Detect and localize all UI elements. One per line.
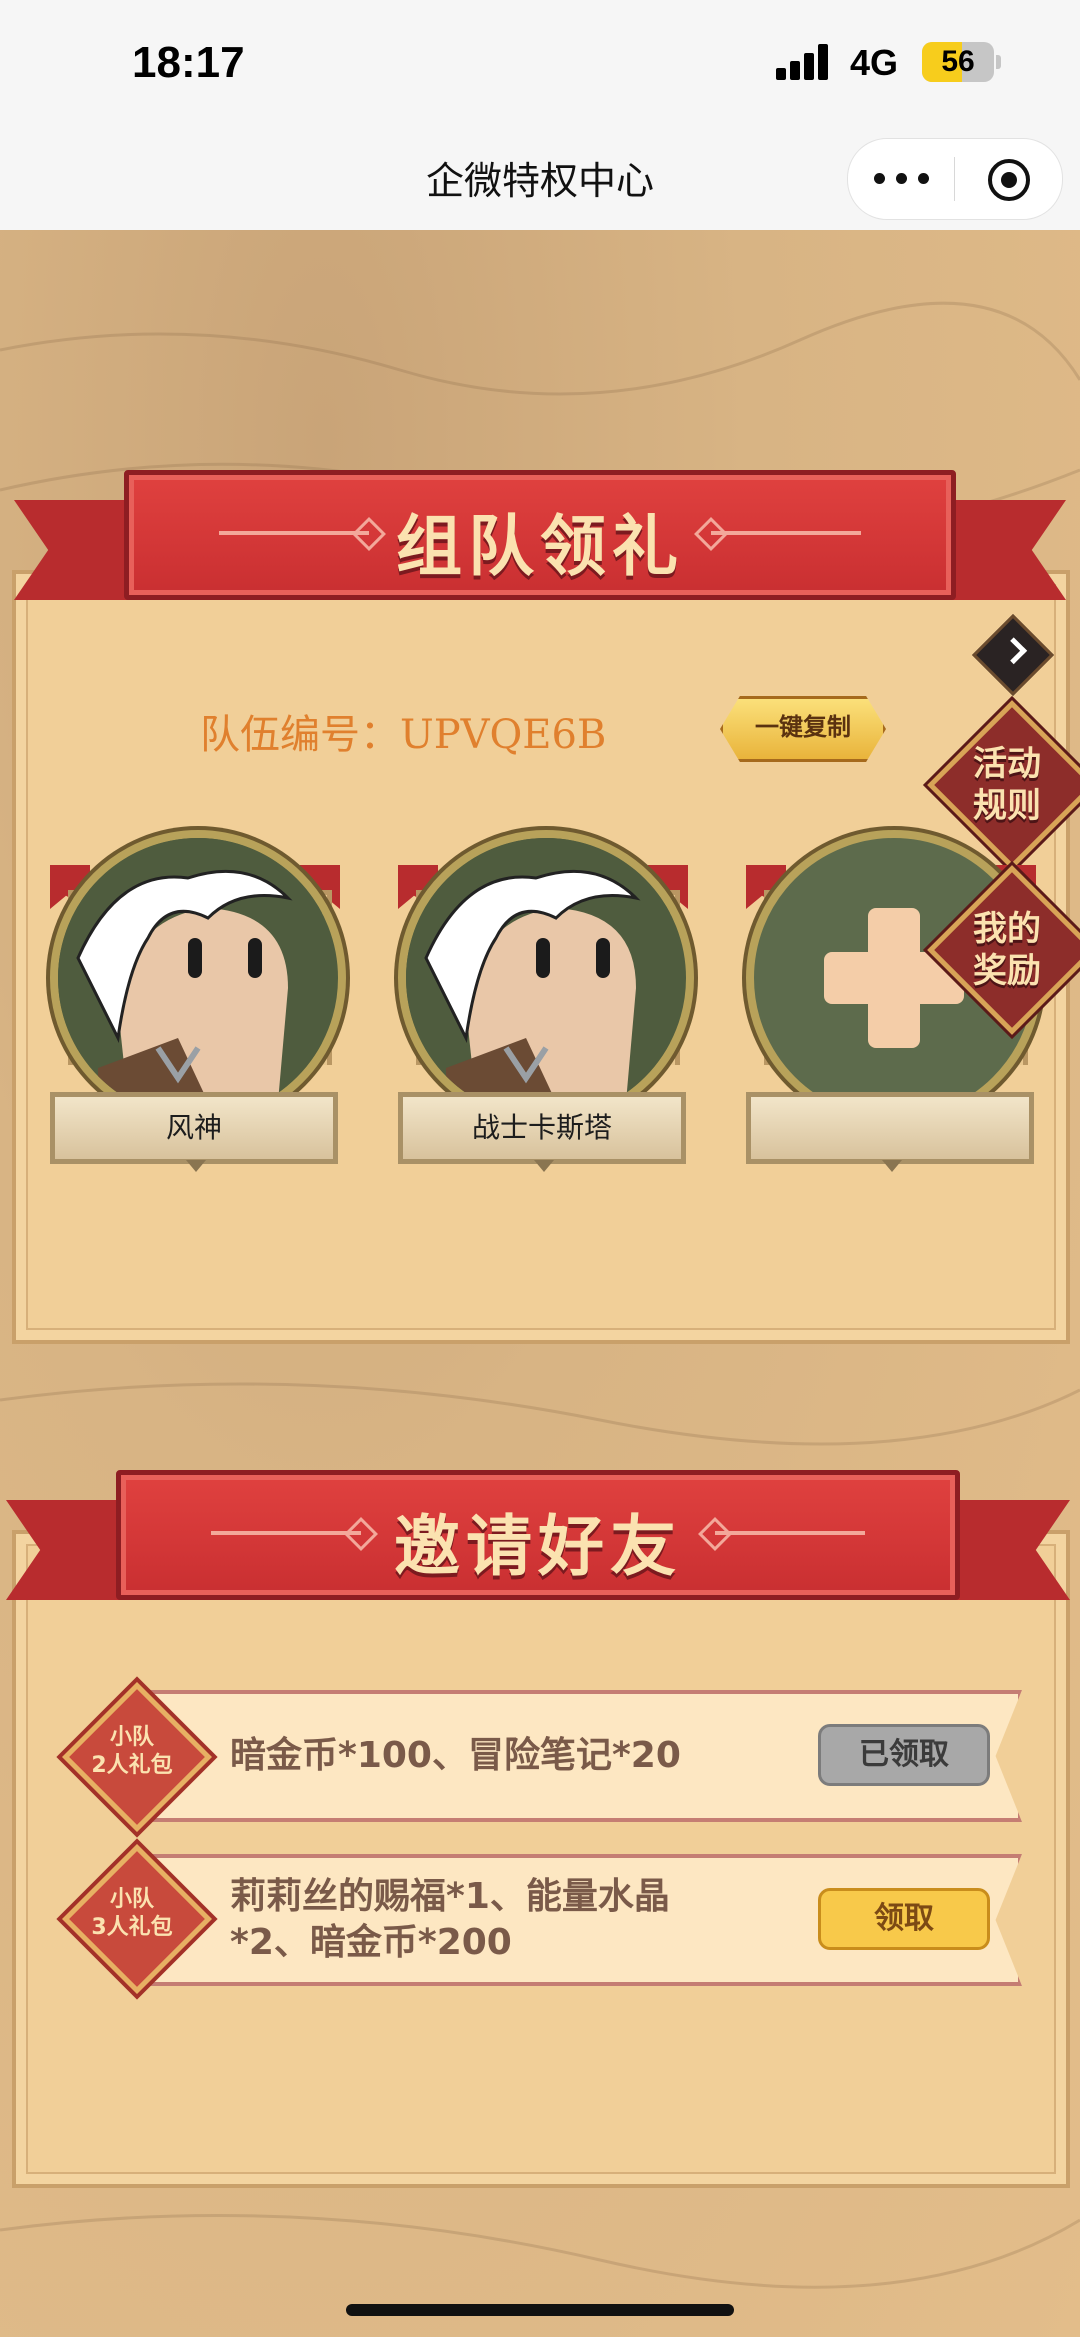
team-banner: 组队领礼	[14, 470, 1066, 610]
claimed-button[interactable]: 已领取	[818, 1724, 990, 1786]
warrior-avatar	[398, 830, 694, 1126]
team-banner-title: 组队领礼	[396, 508, 684, 585]
my-rewards-button[interactable]: 我的 奖励	[927, 865, 1080, 1035]
badge-label: 小队 3人礼包	[91, 1887, 173, 1940]
status-bar: 18:17 4G 56	[0, 0, 1080, 130]
status-time: 18:17	[132, 38, 245, 87]
target-close-icon[interactable]	[988, 159, 1030, 201]
team-2p-gift-badge: 小队 2人礼包	[62, 1682, 212, 1832]
battery-level: 56	[941, 45, 975, 78]
ribbon-body: 邀请好友	[116, 1470, 960, 1600]
copy-team-number-button[interactable]: 一键复制	[720, 696, 886, 762]
capsule-divider	[954, 157, 955, 201]
network-type: 4G	[850, 42, 899, 83]
member-name: 战士卡斯塔	[398, 1092, 686, 1164]
member-name-empty	[746, 1092, 1034, 1164]
nameplate-pin	[186, 1160, 206, 1172]
my-rewards-label: 我的 奖励	[973, 909, 1041, 991]
ribbon-body: 组队领礼	[124, 470, 956, 600]
reward-description: 暗金币*100、冒险笔记*20	[230, 1735, 681, 1776]
invite-banner-title: 邀请好友	[394, 1508, 682, 1585]
team-number: 队伍编号：UPVQE6B	[200, 712, 607, 758]
team-member-1[interactable]: 风神	[50, 830, 346, 1172]
home-indicator[interactable]	[346, 2304, 734, 2316]
battery-tip	[996, 55, 1001, 69]
capsule-menu	[847, 138, 1063, 220]
member-name: 风神	[50, 1092, 338, 1164]
nameplate-pin	[882, 1160, 902, 1172]
signal-icon	[776, 44, 836, 80]
team-member-2[interactable]: 战士卡斯塔	[398, 830, 694, 1172]
more-dots-icon[interactable]	[874, 163, 934, 193]
invite-banner: 邀请好友	[6, 1470, 1070, 1610]
activity-rules-button[interactable]: 活动 规则	[927, 700, 1080, 870]
battery-icon: 56	[922, 42, 994, 82]
nameplate-pin	[534, 1160, 554, 1172]
team-3p-gift-badge: 小队 3人礼包	[62, 1844, 212, 1994]
warrior-avatar	[50, 830, 346, 1126]
reward-description: 莉莉丝的赐福*1、能量水晶*2、暗金币*200	[230, 1876, 670, 1963]
activity-rules-label: 活动 规则	[973, 744, 1041, 826]
mini-program-nav-bar: 企微特权中心	[0, 130, 1080, 230]
claim-button[interactable]: 领取	[818, 1888, 990, 1950]
badge-label: 小队 2人礼包	[91, 1725, 173, 1778]
